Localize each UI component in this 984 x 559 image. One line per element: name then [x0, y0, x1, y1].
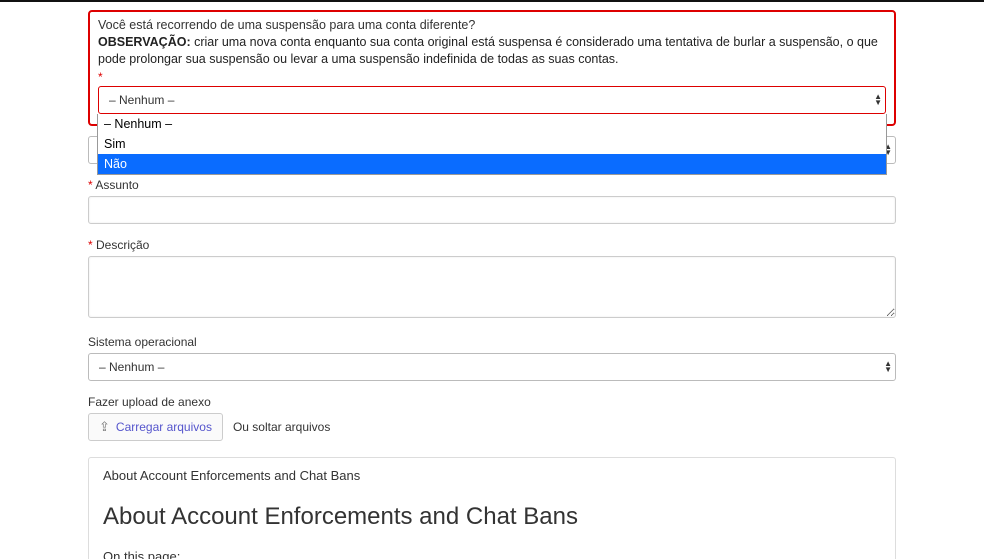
appeal-account-select[interactable]: – Nenhum – ▲▼ [98, 86, 886, 114]
upload-button[interactable]: ⇪ Carregar arquivos [88, 413, 223, 441]
dropdown-option-no[interactable]: Não [98, 154, 886, 174]
chevron-updown-icon: ▲▼ [884, 361, 892, 373]
subject-input[interactable] [88, 196, 896, 224]
appeal-different-account-section: Você está recorrendo de uma suspensão pa… [88, 10, 896, 126]
subject-label: * Assunto [88, 178, 896, 192]
article-title: About Account Enforcements and Chat Bans [103, 503, 881, 531]
upload-icon: ⇪ [99, 419, 110, 435]
drop-area-text: Ou soltar arquivos [233, 420, 330, 434]
article-breadcrumb[interactable]: About Account Enforcements and Chat Bans [103, 468, 881, 483]
attach-label: Fazer upload de anexo [88, 395, 896, 409]
chevron-updown-icon: ▲▼ [874, 94, 882, 106]
dropdown-option-none[interactable]: – Nenhum – [98, 114, 886, 134]
description-label: * Descrição [88, 238, 896, 252]
dropdown-option-yes[interactable]: Sim [98, 134, 886, 154]
article-subheading: On this page: [103, 549, 881, 559]
required-indicator: * [98, 70, 886, 84]
question-note: OBSERVAÇÃO: criar uma nova conta enquant… [98, 34, 886, 68]
select-value: – Nenhum – [109, 93, 174, 107]
os-label: Sistema operacional [88, 335, 896, 349]
upload-button-label: Carregar arquivos [116, 420, 212, 434]
select-value: – Nenhum – [99, 360, 164, 374]
appeal-account-dropdown: – Nenhum – Sim Não [97, 114, 887, 175]
related-article-box: About Account Enforcements and Chat Bans… [88, 457, 896, 559]
os-select[interactable]: – Nenhum – ▲▼ [88, 353, 896, 381]
question-label: Você está recorrendo de uma suspensão pa… [98, 18, 886, 32]
description-textarea[interactable] [88, 256, 896, 318]
